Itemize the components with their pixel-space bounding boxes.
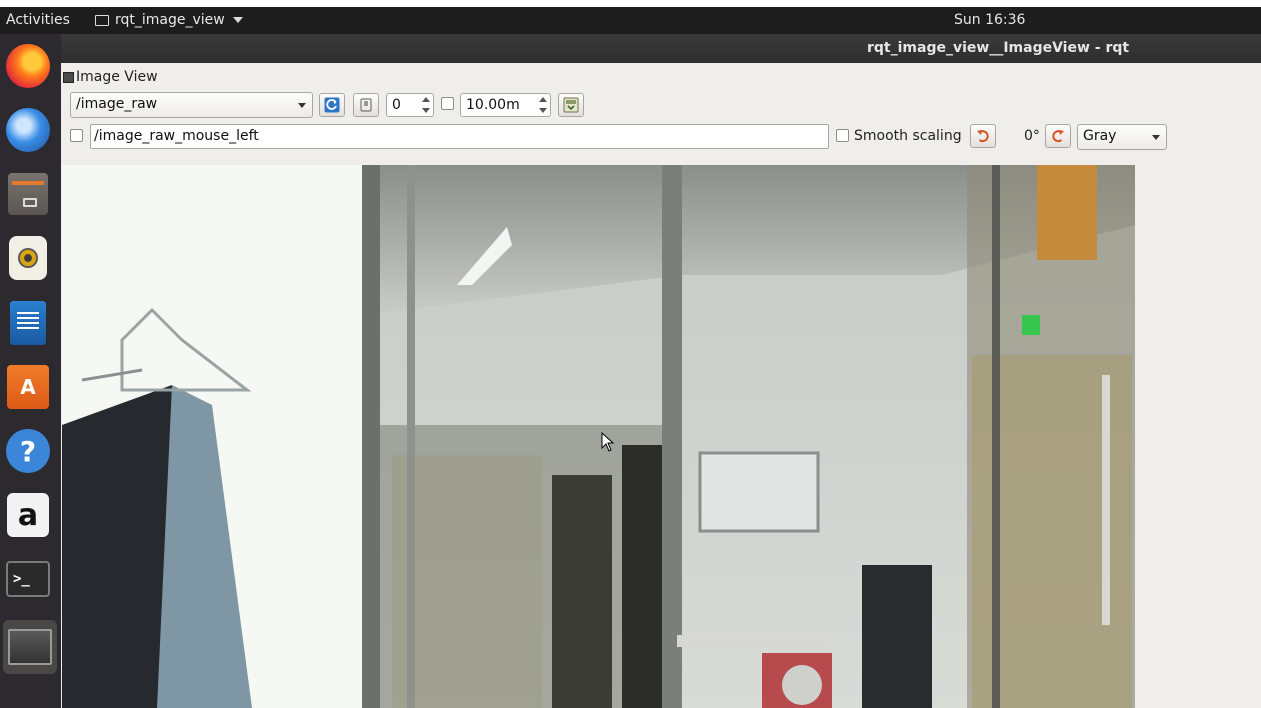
camera-image[interactable]: [62, 165, 1135, 708]
camera-frame-image: [62, 165, 1135, 708]
rotate-left-button[interactable]: [970, 124, 996, 148]
writer-icon: [10, 301, 46, 345]
dock-item-writer[interactable]: [5, 300, 51, 346]
chevron-down-icon: [232, 17, 243, 23]
color-scheme-value: Gray: [1083, 128, 1117, 144]
window-title: rqt_image_view__ImageView - rqt: [867, 40, 1130, 56]
top-strip: [0, 0, 1261, 7]
smooth-scaling-label: Smooth scaling: [854, 128, 962, 144]
dock-item-thunderbird[interactable]: [5, 107, 51, 153]
topic-select-value: /image_raw: [76, 96, 158, 112]
chevron-down-icon: [1152, 135, 1160, 140]
rotate-left-icon: [977, 130, 989, 143]
dock-item-rqt-window[interactable]: [3, 620, 57, 674]
pause-icon: [360, 98, 372, 112]
enable-duration-checkbox[interactable]: [441, 97, 454, 110]
dock-item-terminal[interactable]: >_: [5, 556, 51, 602]
color-scheme-select[interactable]: Gray: [1077, 124, 1167, 150]
dock-item-help[interactable]: ?: [5, 428, 51, 474]
save-image-icon: [563, 97, 579, 113]
mouse-cursor-icon: [601, 432, 615, 452]
dock-item-amazon[interactable]: a: [5, 492, 51, 538]
rhythmbox-icon: [9, 236, 47, 280]
window-icon: [8, 629, 52, 665]
numeric-spinbox[interactable]: 0: [386, 93, 434, 117]
rotate-right-button[interactable]: [1045, 124, 1071, 148]
dock-item-software[interactable]: A: [5, 364, 51, 410]
duration-spinbox-value: 10.00m: [466, 97, 520, 113]
spinbox-value: 0: [392, 97, 401, 113]
smooth-scaling-checkbox[interactable]: [836, 129, 849, 142]
firefox-icon: [6, 44, 50, 88]
mouse-topic-input[interactable]: /image_raw_mouse_left: [90, 124, 829, 149]
window-icon: [95, 14, 109, 26]
window-titlebar[interactable]: rqt_image_view__ImageView - rqt: [61, 34, 1261, 63]
rotation-label: 0°: [1024, 128, 1040, 144]
app-menu[interactable]: rqt_image_view: [95, 12, 243, 28]
dock: A ? a >_: [0, 34, 61, 708]
topic-select[interactable]: /image_raw: [70, 92, 313, 118]
files-icon: [8, 173, 48, 215]
refresh-topics-button[interactable]: [319, 93, 345, 117]
refresh-icon: [324, 97, 340, 113]
clock[interactable]: Sun 16:36: [954, 12, 1025, 28]
thunderbird-icon: [6, 108, 50, 152]
dock-item-rhythmbox[interactable]: [5, 235, 51, 281]
plugin-content: Image View /image_raw 0 10.00m /image_ra…: [61, 63, 1261, 708]
spinbox-arrows[interactable]: [421, 95, 431, 115]
dock-widget-title-label: Image View: [76, 69, 158, 85]
dock-widget-icon: [63, 71, 74, 83]
pause-button[interactable]: [353, 93, 379, 117]
top-panel: Activities rqt_image_view Sun 16:36: [0, 7, 1261, 34]
app-menu-label: rqt_image_view: [115, 12, 225, 28]
rotate-right-icon: [1052, 130, 1064, 143]
dock-item-firefox[interactable]: [5, 43, 51, 89]
mouse-topic-value: /image_raw_mouse_left: [94, 128, 259, 144]
dock-item-files[interactable]: [5, 171, 51, 217]
activities-button[interactable]: Activities: [6, 12, 70, 28]
terminal-icon: >_: [6, 561, 50, 597]
amazon-icon: a: [7, 493, 49, 537]
duration-spinbox[interactable]: 10.00m: [460, 93, 551, 117]
duration-spinbox-arrows[interactable]: [538, 95, 548, 115]
software-store-icon: A: [7, 365, 49, 409]
publish-mouse-checkbox[interactable]: [70, 129, 83, 142]
save-image-button[interactable]: [558, 93, 584, 117]
chevron-down-icon: [298, 103, 306, 108]
dock-widget-title[interactable]: Image View: [63, 69, 158, 85]
help-icon: ?: [6, 429, 50, 473]
